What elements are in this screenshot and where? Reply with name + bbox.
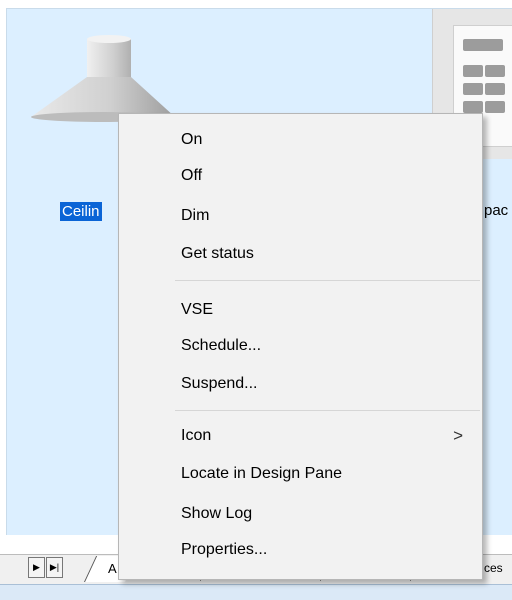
keypad-button [463,65,483,77]
menu-item-label: Properties... [181,541,268,558]
tab-first[interactable]: A [108,561,117,576]
menu-item-off[interactable]: Off [120,158,481,194]
ceiling-light-label[interactable]: Ceilin [60,202,102,221]
keypad-button [485,83,505,95]
menu-item-label: Off [181,167,203,184]
play-icon: ▶ [33,562,40,572]
menu-item-label: Icon [181,427,212,444]
menu-item-icon[interactable]: Icon > [120,418,481,454]
keypad-button [485,101,505,113]
menu-item-dim[interactable]: Dim [120,198,481,234]
menu-item-on[interactable]: On [120,122,481,158]
menu-item-label: Get status [181,245,254,262]
keypad-button [485,65,505,77]
menu-item-label: Show Log [181,505,253,522]
keypad-label[interactable]: pac [484,202,508,219]
keypad-button [463,101,483,113]
next-tab-button[interactable]: ▶ [28,557,45,578]
keypad-button [463,39,503,51]
last-tab-button[interactable]: ▶| [46,557,63,578]
status-bar [0,584,512,600]
menu-item-vse[interactable]: VSE [120,292,481,328]
submenu-arrow-icon: > [453,426,463,445]
context-menu: On Off Dim Get status VSE Schedule... Su… [118,113,483,580]
skip-end-icon: ▶| [49,562,60,572]
menu-separator [175,280,480,281]
menu-item-locate-in-design-pane[interactable]: Locate in Design Pane [120,456,481,492]
menu-item-label: Locate in Design Pane [181,465,342,482]
keypad-button [463,83,483,95]
menu-item-label: Suspend... [181,375,258,392]
menu-item-label: VSE [181,301,214,318]
menu-separator [175,410,480,411]
menu-item-properties[interactable]: Properties... [120,532,481,568]
tab-last[interactable]: ces [484,561,503,575]
menu-item-show-log[interactable]: Show Log [120,496,481,532]
menu-item-schedule[interactable]: Schedule... [120,328,481,364]
menu-item-suspend[interactable]: Suspend... [120,366,481,402]
menu-item-get-status[interactable]: Get status [120,236,481,272]
menu-item-label: Dim [181,207,210,224]
menu-item-label: On [181,131,203,148]
menu-item-label: Schedule... [181,337,262,354]
